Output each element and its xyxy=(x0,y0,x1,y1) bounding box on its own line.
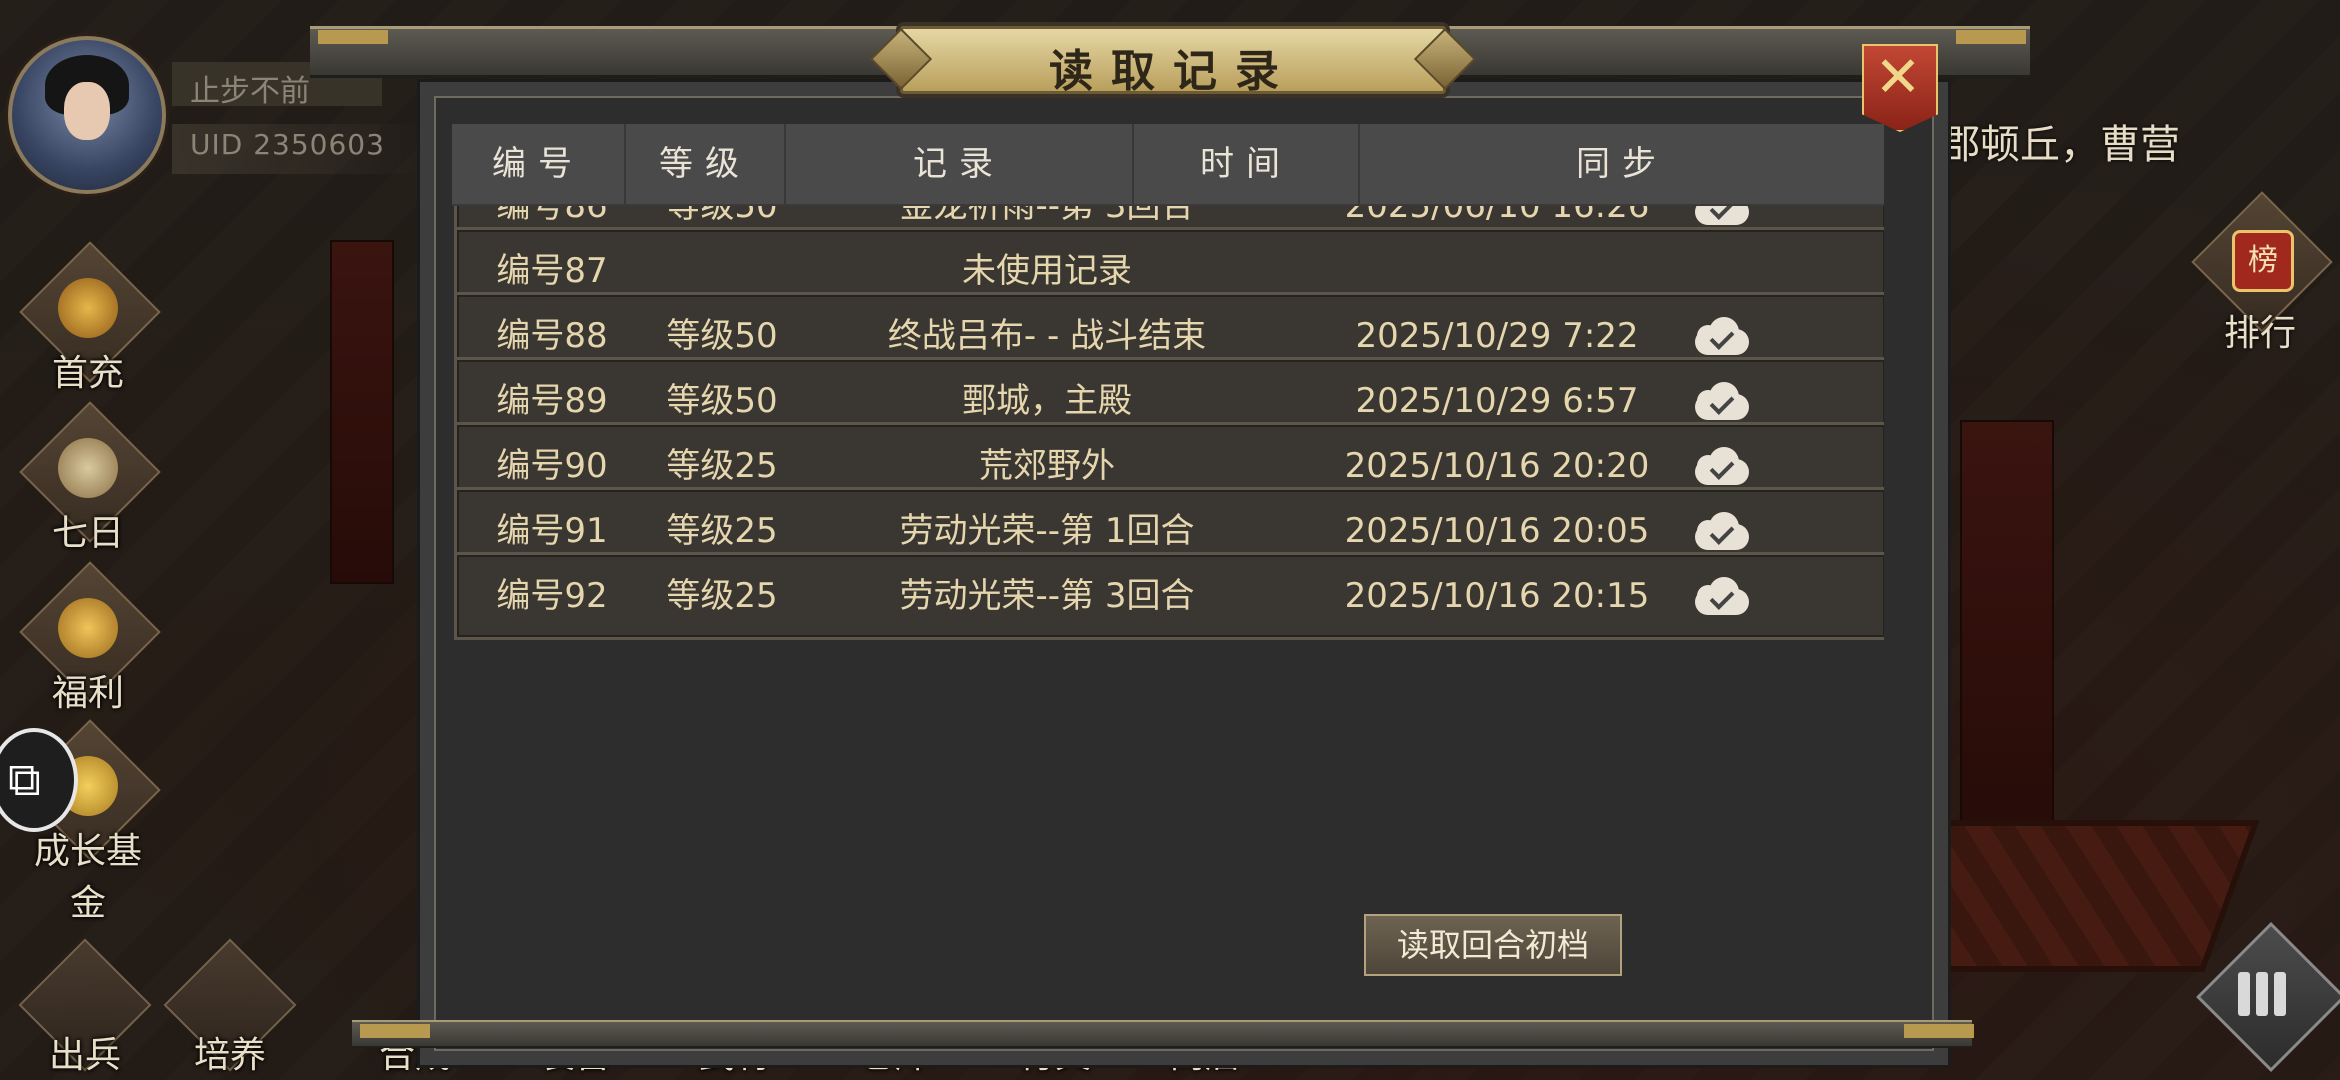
record-title: 劳动光荣--第 3回合 xyxy=(899,576,1195,616)
seven-day-button[interactable]: 七日 xyxy=(18,401,161,554)
frame-ornament xyxy=(360,1024,430,1038)
frame-ornament xyxy=(318,30,388,44)
first-recharge-button[interactable]: 首充 xyxy=(18,241,161,394)
avatar-face xyxy=(64,82,110,140)
ranking-label: 排行 xyxy=(2223,313,2296,354)
record-row[interactable]: 编号92 等级25 劳动光荣--第 3回合 2025/10/16 20:15 xyxy=(454,552,1884,640)
cloud-synced-icon xyxy=(1689,382,1753,422)
bottom-menu-item[interactable]: 培养 xyxy=(155,938,305,1080)
welfare-button[interactable]: 福利 xyxy=(18,561,161,714)
cloud-synced-icon xyxy=(1689,317,1753,357)
player-name: 止步不前 xyxy=(190,74,310,109)
scroll-icon xyxy=(58,438,118,498)
growth-fund-label: 成长基金 xyxy=(33,831,142,924)
record-time: 2025/10/16 20:15 xyxy=(1344,576,1650,616)
column-header-record: 记录 xyxy=(786,124,1134,204)
dialog-title-plate: 读取记录 xyxy=(900,26,1446,97)
record-list[interactable]: 编号86 等级50 金龙祈雨--第 3回合 2025/06/10 16:26 编号87 未… xyxy=(452,206,1884,858)
welfare-label: 福利 xyxy=(51,673,124,714)
bottom-menu-label: 培养 xyxy=(193,1035,266,1076)
ranking-badge-icon: 榜 xyxy=(2232,230,2294,292)
player-avatar[interactable] xyxy=(8,36,166,194)
load-round-initial-save-button[interactable]: 读取回合初档 xyxy=(1364,914,1622,976)
cloud-synced-icon xyxy=(1689,206,1753,227)
ranking-button[interactable]: 榜 排行 xyxy=(2190,191,2333,354)
seven-day-label: 七日 xyxy=(51,513,124,554)
dialog-title: 读取记录 xyxy=(1049,46,1297,97)
player-uid: UID 2350603 xyxy=(190,128,385,161)
frame-ornament xyxy=(1956,30,2026,44)
dialog-bottom-frame xyxy=(352,1020,1972,1048)
cloud-synced-icon xyxy=(1689,577,1753,617)
cloud-synced-icon xyxy=(1689,512,1753,552)
column-header-sync: 同步 xyxy=(1576,144,1668,184)
gift-icon xyxy=(58,598,118,658)
cube-icon: ⧉ xyxy=(8,752,41,806)
bottom-menu-item[interactable]: 出兵 xyxy=(10,938,160,1080)
column-header-time: 时间 xyxy=(1134,124,1360,204)
column-header-id: 编号 xyxy=(452,124,626,204)
frame-ornament xyxy=(1904,1024,1974,1038)
bottom-menu-label: 出兵 xyxy=(48,1035,121,1076)
column-header-level: 等级 xyxy=(626,124,786,204)
table-header: 编号 等级 记录 时间 同步 xyxy=(452,124,1884,206)
close-icon[interactable]: ✕ xyxy=(1872,46,1924,110)
cloud-synced-icon xyxy=(1689,447,1753,487)
menu-bars-icon xyxy=(2238,972,2298,1016)
gold-chest-icon xyxy=(58,278,118,338)
first-recharge-label: 首充 xyxy=(51,353,124,394)
